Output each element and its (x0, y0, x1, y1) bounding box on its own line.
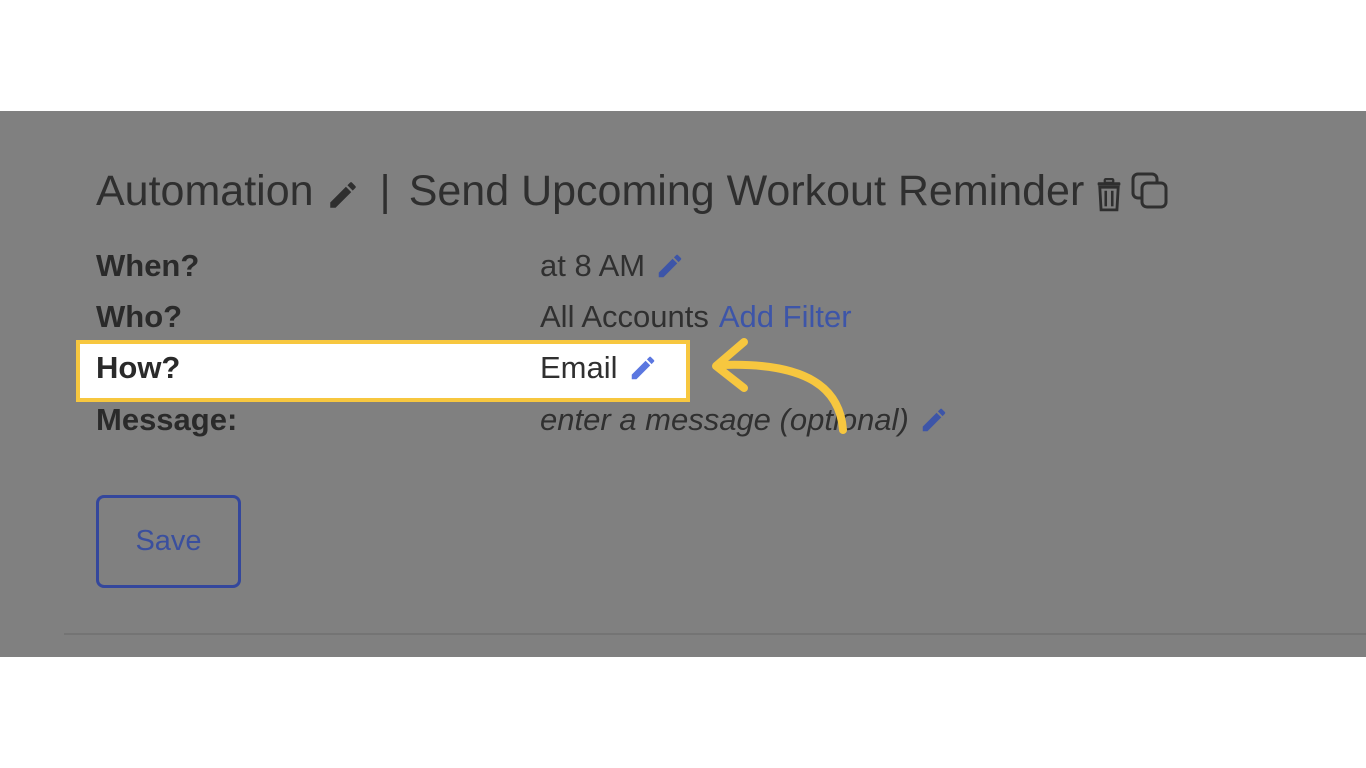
trash-icon[interactable] (1094, 174, 1124, 212)
how-value: Email (540, 350, 618, 385)
save-button[interactable]: Save (96, 495, 241, 588)
message-label: Message: (96, 402, 238, 437)
how-value-row: Email (540, 350, 658, 386)
pencil-icon[interactable] (655, 251, 685, 281)
pencil-icon[interactable] (628, 353, 658, 383)
screen: Automation | Send Upcoming Workout Remin… (0, 0, 1366, 768)
copy-icon[interactable] (1130, 171, 1170, 211)
who-label: Who? (96, 299, 183, 334)
who-value: All Accounts (540, 299, 709, 334)
pencil-icon[interactable] (326, 174, 360, 208)
automation-title-row: Automation | Send Upcoming Workout Remin… (96, 163, 1170, 219)
panel-divider (64, 633, 1366, 635)
automation-label: Automation (96, 166, 314, 215)
title-separator: | (379, 166, 391, 215)
pencil-icon[interactable] (919, 405, 949, 435)
when-label: When? (96, 248, 200, 283)
when-value-row: at 8 AM (540, 248, 685, 284)
how-label: How? (96, 350, 181, 385)
automation-name: Send Upcoming Workout Reminder (408, 166, 1085, 215)
curved-arrow-icon (712, 338, 847, 434)
when-value: at 8 AM (540, 248, 646, 283)
